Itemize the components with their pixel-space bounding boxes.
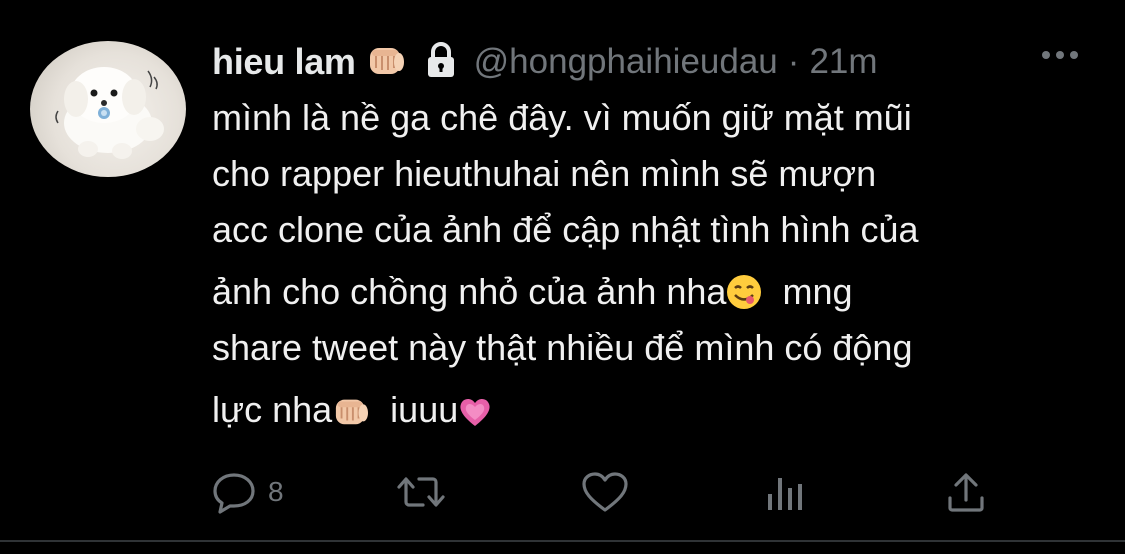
reply-button[interactable]: 8: [212, 470, 284, 514]
fist-bump-emoji: [366, 42, 406, 83]
tweet-actions: 8: [212, 470, 1012, 520]
share-button[interactable]: [944, 470, 988, 514]
tweet-header: hieu lam @hongphaihieudau · 21m: [212, 38, 878, 86]
tweet-text-fragment: iuuu: [370, 389, 459, 430]
like-button[interactable]: [580, 470, 640, 514]
timestamp[interactable]: 21m: [809, 42, 877, 82]
tweet-text-line: mình là nề ga chê đây. vì muốn giữ mặt m…: [212, 97, 912, 138]
tweet[interactable]: hieu lam @hongphaihieudau · 21m mình là …: [0, 0, 1125, 554]
analytics-icon: [768, 478, 802, 510]
like-icon: [582, 472, 628, 512]
reply-count: 8: [268, 476, 284, 507]
retweet-button[interactable]: [395, 470, 457, 514]
tweet-text-line-with-emoji: ảnh cho chồng nhỏ của ảnh nha mng: [212, 264, 1102, 320]
tweet-text-fragment: mng: [762, 271, 853, 312]
tweet-text-fragment: lực nha: [212, 389, 333, 430]
tweet-text-line-with-emoji: lực nha iuuu: [212, 382, 1102, 438]
separator-dot: ·: [787, 42, 800, 81]
face-savoring-food-emoji: [726, 270, 762, 326]
tweet-text-line: cho rapper hieuthuhai nên mình sẽ mượn: [212, 153, 877, 194]
tweet-text: mình là nề ga chê đây. vì muốn giữ mặt m…: [212, 90, 1102, 438]
share-icon: [948, 473, 984, 512]
reply-icon: [213, 473, 255, 514]
avatar-puppy-image: [55, 67, 164, 159]
avatar[interactable]: [30, 41, 186, 177]
tweet-text-line: share tweet này thật nhiều để mình có độ…: [212, 327, 913, 368]
fist-bump-emoji: [332, 388, 370, 444]
analytics-button[interactable]: [764, 470, 818, 514]
tweet-text-fragment: ảnh cho chồng nhỏ của ảnh nha: [212, 271, 727, 312]
display-name[interactable]: hieu lam: [212, 41, 356, 83]
more-icon[interactable]: [1040, 48, 1080, 67]
retweet-icon: [397, 477, 445, 507]
lock-icon: [424, 41, 458, 84]
tweet-text-line: acc clone của ảnh để cập nhật tình hình …: [212, 209, 919, 250]
growing-heart-emoji: [458, 388, 492, 444]
user-handle[interactable]: @hongphaihieudau: [474, 42, 778, 82]
divider: [0, 540, 1125, 542]
